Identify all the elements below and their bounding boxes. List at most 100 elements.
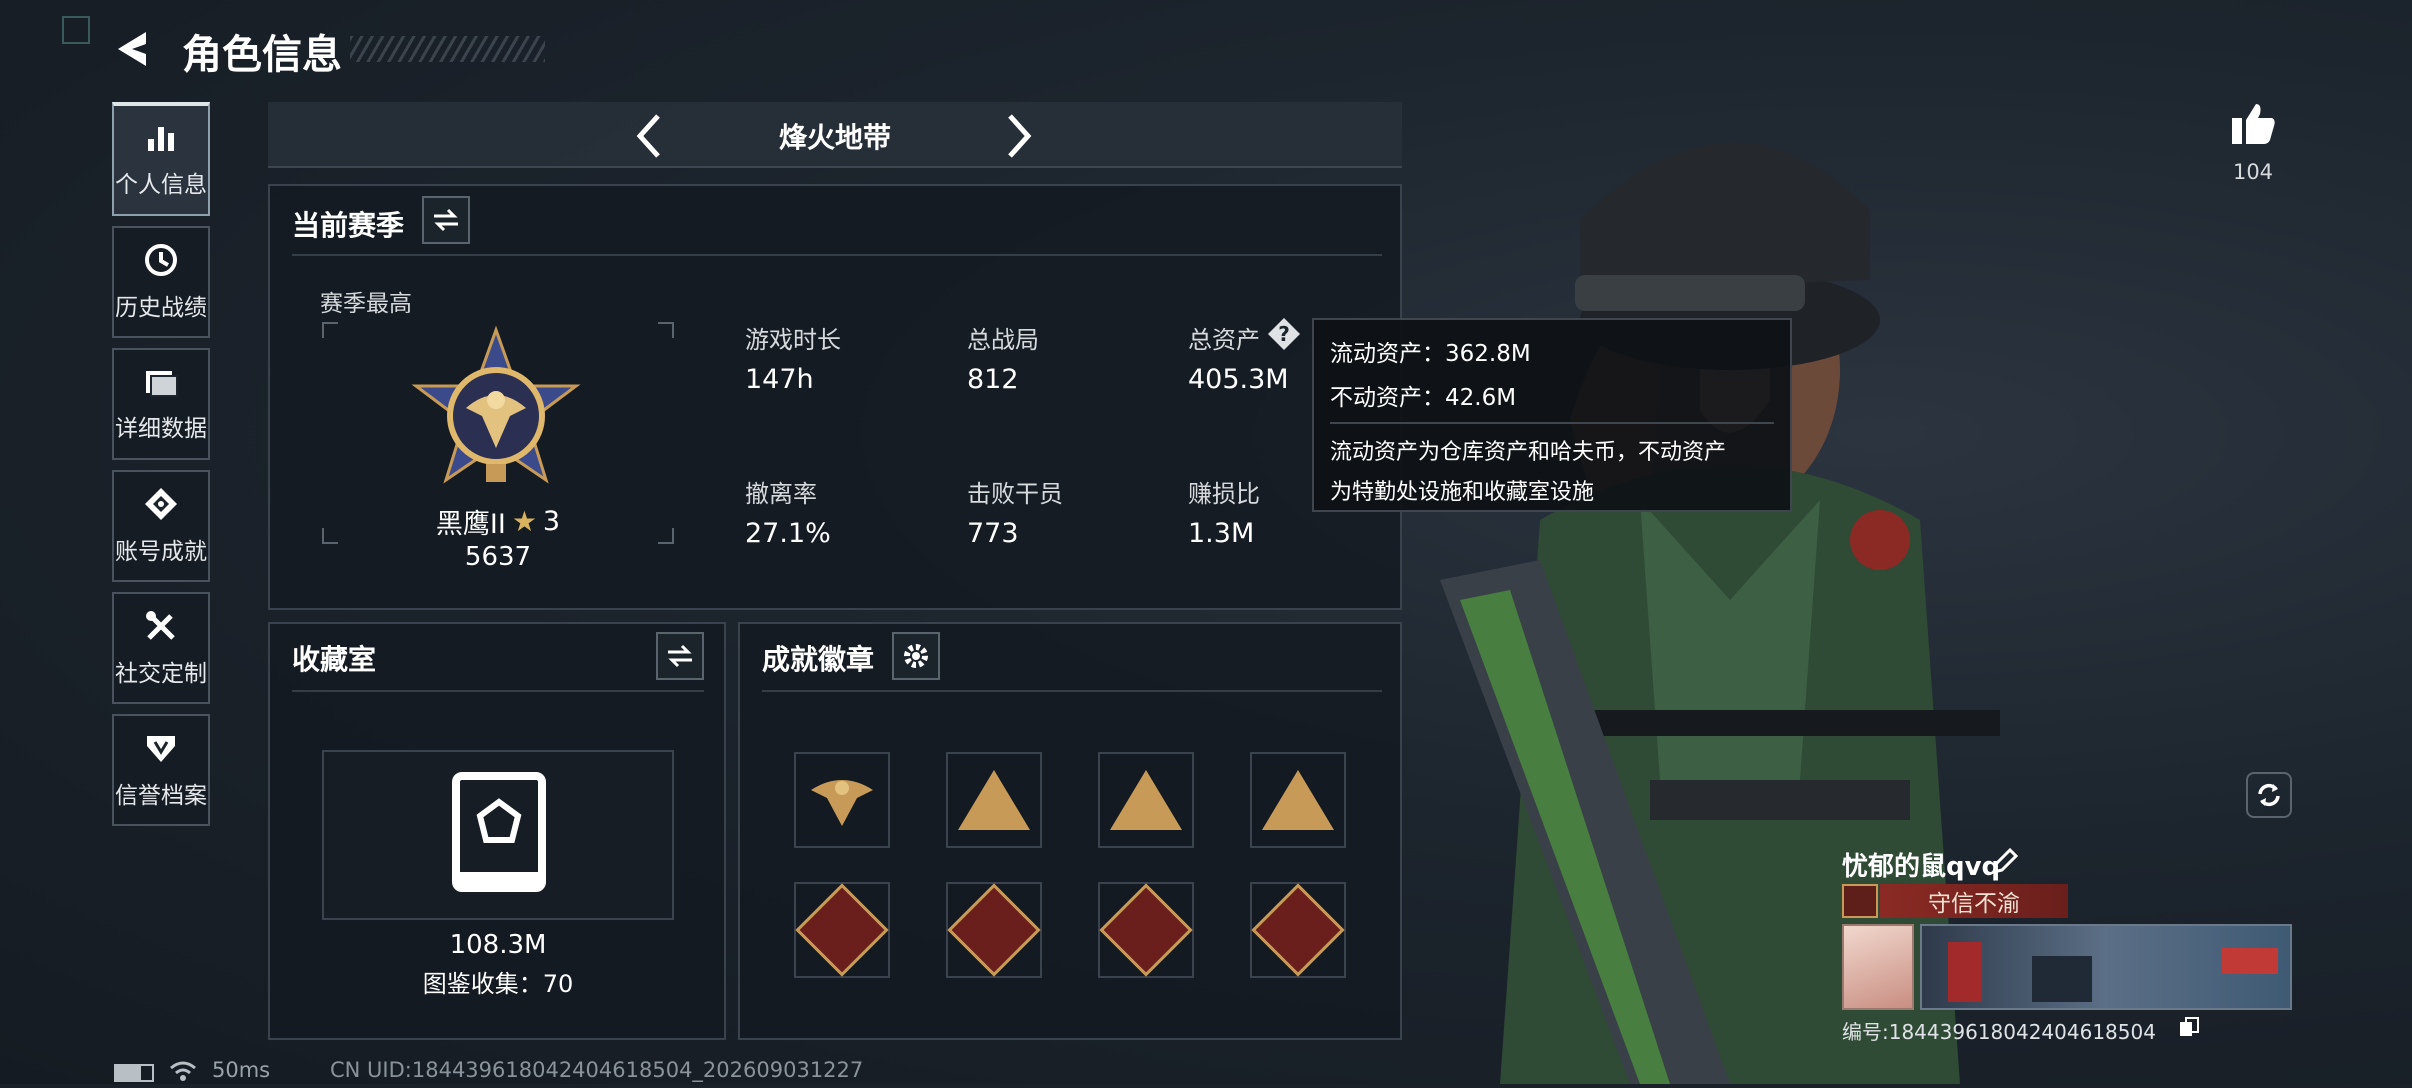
page-title: 角色信息 — [182, 32, 342, 78]
svg-text:?: ? — [1278, 322, 1290, 346]
rotate-view-button[interactable] — [2246, 772, 2292, 818]
stat-value: 1.3M — [1188, 518, 1255, 549]
achievement-icon — [145, 488, 177, 520]
triangle-badge-icon — [958, 770, 1030, 830]
sidebar-item-achievements[interactable]: 账号成就 — [112, 470, 210, 582]
title-hatching — [350, 36, 545, 62]
tools-icon — [146, 611, 175, 640]
achievement-panel-divider — [762, 690, 1382, 692]
achievement-badge[interactable] — [1098, 882, 1194, 978]
gear-icon — [904, 644, 928, 668]
stat-label: 游戏时长 — [745, 326, 841, 354]
swap-icon — [434, 208, 458, 232]
star-icon: ★ — [511, 505, 537, 538]
refresh-icon — [2258, 783, 2280, 807]
sidebar-item-detailed-data[interactable]: 详细数据 — [112, 348, 210, 460]
sidebar-item-history[interactable]: 历史战绩 — [112, 226, 210, 338]
next-mode-button[interactable] — [1002, 108, 1038, 164]
prev-mode-button[interactable] — [630, 108, 666, 164]
collection-value: 108.3M — [449, 930, 547, 960]
asset-help-button[interactable]: ? — [1266, 316, 1302, 352]
tooltip-divider — [1330, 422, 1774, 424]
collection-switch-button[interactable] — [656, 632, 704, 680]
achievement-badge[interactable] — [1250, 882, 1346, 978]
season-panel-title: 当前赛季 — [292, 209, 405, 242]
achievement-badge[interactable] — [1098, 752, 1194, 848]
diamond-badge-icon — [1251, 883, 1345, 977]
diamond-badge-icon — [1099, 883, 1193, 977]
edit-name-button[interactable] — [1990, 846, 2022, 878]
tooltip-description-line: 流动资产为仓库资产和哈夫币，不动资产 — [1330, 440, 1727, 465]
stat-value: 147h — [745, 364, 814, 395]
history-icon — [145, 244, 177, 276]
achievement-badge[interactable] — [946, 882, 1042, 978]
season-switch-button[interactable] — [422, 196, 470, 244]
achievement-settings-button[interactable] — [892, 632, 940, 680]
current-mode-label: 烽火地带 — [778, 121, 891, 154]
player-banner[interactable] — [1920, 924, 2292, 1010]
like-button[interactable] — [2228, 98, 2278, 148]
question-icon: ? — [1268, 318, 1300, 350]
chevron-left-icon — [636, 114, 660, 158]
copy-id-button[interactable] — [2178, 1016, 2200, 1038]
player-name: 忧郁的鼠qvq — [1842, 852, 2001, 882]
folder-icon — [146, 371, 178, 397]
rank-stars: 3 — [542, 506, 561, 537]
achievement-panel-title: 成就徽章 — [762, 643, 875, 676]
rank-name-row: 黑鹰II ★ 3 — [322, 502, 674, 541]
stat-label: 赚损比 — [1188, 480, 1260, 508]
pencil-icon — [1991, 847, 2019, 875]
banner-decoration — [2222, 948, 2278, 974]
network-latency: 50ms — [212, 1058, 271, 1082]
sidebar-item-label: 历史战绩 — [115, 295, 207, 321]
swap-icon — [668, 644, 692, 668]
sidebar-item-label: 账号成就 — [115, 539, 207, 565]
tooltip-liquid-assets: 流动资产：362.8M — [1330, 341, 1531, 367]
tooltip-description-line: 为特勤处设施和收藏室设施 — [1330, 480, 1595, 505]
eagle-badge-icon — [811, 780, 873, 826]
back-button[interactable] — [112, 26, 156, 72]
battery-icon — [114, 1064, 154, 1082]
player-avatar[interactable] — [1842, 924, 1914, 1010]
collection-room-icon — [452, 772, 546, 892]
stat-value: 27.1% — [745, 518, 831, 549]
collection-panel-title: 收藏室 — [292, 643, 377, 676]
stat-value: 773 — [967, 518, 1019, 549]
sidebar-item-personal-info[interactable]: 个人信息 — [112, 102, 210, 216]
sidebar-item-label: 社交定制 — [115, 661, 207, 687]
player-id: 编号:18443961804240461850​4 — [1842, 1020, 2156, 1044]
rank-name: 黑鹰II — [435, 509, 506, 540]
sidebar-item-label: 个人信息 — [115, 172, 207, 198]
reputation-label: 守信不渝 — [1928, 891, 2020, 917]
rank-emblem — [406, 325, 586, 506]
uid-text: CN UID:18443961804240461850​4_2026090312… — [330, 1058, 864, 1082]
sidebar-item-social-custom[interactable]: 社交定制 — [112, 592, 210, 704]
triangle-badge-icon — [1110, 770, 1182, 830]
reputation-tag: 守信不渝 — [1880, 884, 2068, 918]
stat-label: 总战局 — [967, 326, 1039, 354]
triangle-badge-icon — [1262, 770, 1334, 830]
achievement-badge[interactable] — [946, 752, 1042, 848]
achievement-badge[interactable] — [1250, 752, 1346, 848]
stat-label: 撤离率 — [745, 480, 817, 508]
sidebar-item-credit-record[interactable]: 信誉档案 — [112, 714, 210, 826]
season-panel-divider — [292, 254, 1382, 256]
like-count: 104 — [2232, 160, 2274, 184]
chevron-right-icon — [1008, 114, 1032, 158]
bar-chart-icon — [148, 127, 174, 151]
stat-label: 总资产 — [1188, 326, 1260, 354]
sidebar-item-label: 详细数据 — [115, 416, 207, 442]
copy-icon — [2180, 1017, 2199, 1036]
rank-score: 5637 — [464, 542, 532, 572]
banner-decoration — [2032, 956, 2092, 1002]
sidebar-item-label: 信誉档案 — [115, 783, 207, 809]
stat-value: 405.3M — [1188, 364, 1289, 395]
stat-value: 812 — [967, 364, 1019, 395]
thumbs-up-icon — [2232, 104, 2275, 144]
collection-count: 图鉴收集：70 — [422, 970, 574, 998]
reputation-emblem — [1842, 884, 1878, 918]
corner-frame — [62, 16, 90, 44]
achievement-badge[interactable] — [794, 752, 890, 848]
credit-icon — [147, 736, 175, 762]
achievement-badge[interactable] — [794, 882, 890, 978]
